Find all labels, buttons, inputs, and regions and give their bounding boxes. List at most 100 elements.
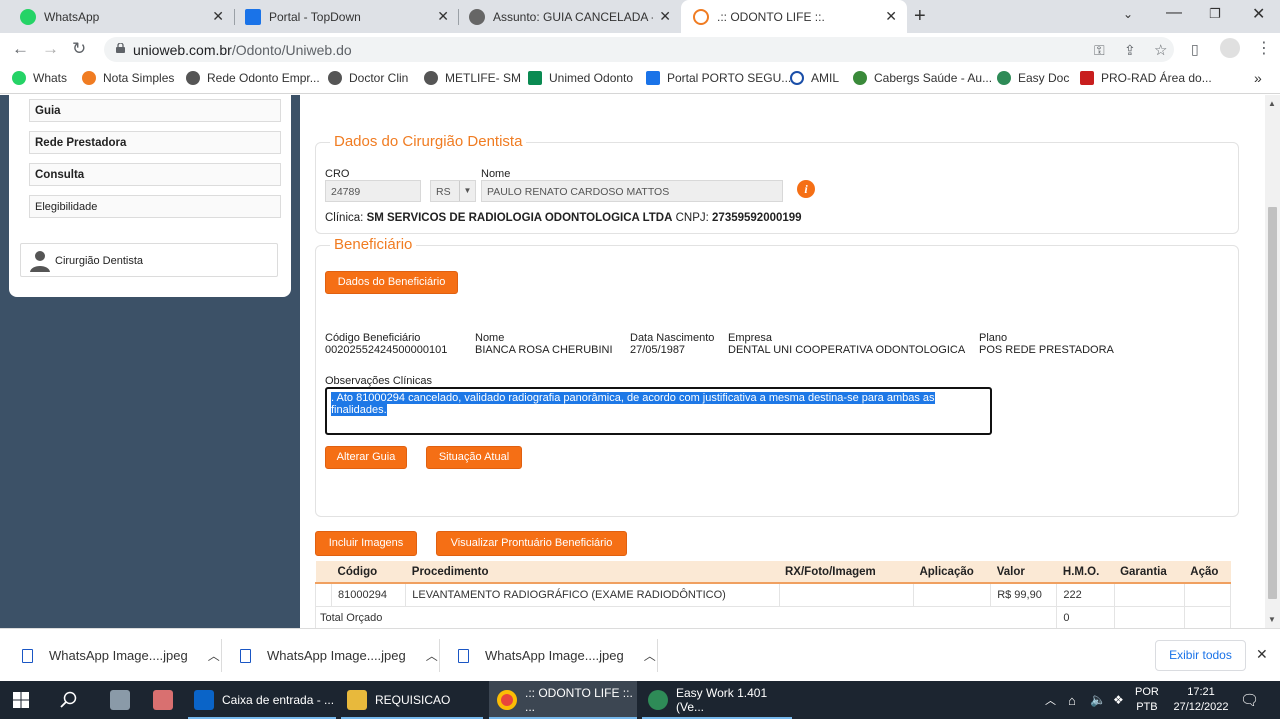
show-all-downloads-button[interactable]: Exibir todos	[1155, 640, 1246, 671]
cro-field[interactable]: 24789	[325, 180, 421, 202]
taskbar-app-printer[interactable]	[103, 681, 137, 719]
bookmark-pro-rad[interactable]: PRO-RAD Área do...	[1080, 71, 1212, 85]
beneficiary-data-button[interactable]: Dados do Beneficiário	[325, 271, 458, 294]
table-cell	[912, 582, 992, 607]
total-label: Total Orçado	[314, 605, 1058, 628]
sidebar-item-elegibilidade[interactable]: Elegibilidade	[29, 195, 281, 218]
notifications-icon[interactable]: 🗨	[1240, 681, 1259, 719]
current-status-button[interactable]: Situação Atual	[426, 446, 522, 469]
include-images-button[interactable]: Incluir Imagens	[315, 531, 417, 556]
bookmarks-overflow-icon[interactable]: »	[1254, 70, 1262, 86]
chevron-up-icon[interactable]: ︿	[208, 647, 220, 664]
tooth-app-icon	[153, 690, 173, 710]
page-scrollbar[interactable]: ▲ ▼	[1265, 95, 1280, 628]
bookmark-unimed[interactable]: Unimed Odonto	[528, 71, 633, 85]
close-icon[interactable]: ✕	[885, 8, 897, 25]
menu-dots-icon[interactable]: ⋮	[1256, 38, 1272, 58]
company-label: Empresa	[728, 332, 773, 344]
table-header-spacer	[315, 561, 332, 584]
tab-assunto[interactable]: Assunto: GUIA CANCELADA - GTO ✕	[457, 0, 681, 33]
view-record-button[interactable]: Visualizar Prontuário Beneficiário	[436, 531, 627, 556]
bookmark-label: Whats	[33, 71, 68, 85]
tab-whatsapp[interactable]: WhatsApp ✕	[8, 0, 234, 33]
dentist-name-field[interactable]: PAULO RENATO CARDOSO MATTOS	[481, 180, 783, 202]
bookmark-easy-doc[interactable]: Easy Doc	[997, 71, 1069, 85]
plan-label: Plano	[979, 332, 1008, 344]
table-row[interactable]: 81000294 LEVANTAMENTO RADIOGRÁFICO (EXAM…	[314, 582, 1232, 607]
bookmark-label: AMIL	[811, 71, 840, 85]
volume-icon[interactable]: 🔈	[1090, 681, 1106, 719]
search-icon[interactable]	[60, 691, 77, 708]
uf-select[interactable]: RS ▼	[430, 180, 476, 202]
forward-icon[interactable]: →	[42, 39, 59, 59]
clock[interactable]: 17:21 27/12/2022	[1170, 681, 1232, 719]
key-icon[interactable]: ⚿	[1094, 42, 1105, 59]
taskbar-app-tooth[interactable]	[146, 681, 180, 719]
tab-search-chevron-icon[interactable]: ⌄	[1123, 7, 1133, 21]
chevron-down-icon[interactable]: ▼	[459, 181, 475, 201]
tab-odonto-life[interactable]: .:: ODONTO LIFE ::. ✕	[681, 0, 907, 33]
close-icon[interactable]: ✕	[437, 8, 449, 25]
taskbar-app-easywork[interactable]: Easy Work 1.401 (Ve...	[642, 681, 792, 719]
topdown-icon	[245, 8, 261, 25]
tab-title: Assunto: GUIA CANCELADA - GTO	[493, 9, 653, 24]
language-indicator[interactable]: POR PTB	[1135, 681, 1159, 719]
close-icon[interactable]: ✕	[212, 8, 224, 25]
bookmark-cabergs[interactable]: Cabergs Saúde - Au...	[853, 71, 992, 85]
bookmark-whats[interactable]: Whats	[12, 71, 67, 85]
sidebar-item-guia[interactable]: Guia	[29, 99, 281, 122]
clinical-notes-textarea[interactable]: . Ato 81000294 cancelado, validado radio…	[325, 387, 992, 435]
download-item[interactable]: WhatsApp Image....jpeg ︿	[240, 629, 438, 682]
profile-avatar-icon[interactable]	[1220, 38, 1240, 58]
address-bar[interactable]: unioweb.com.br/Odonto/Uniweb.do ⚿ ⇪ ☆	[104, 37, 1174, 62]
info-icon[interactable]: i	[797, 180, 815, 198]
cro-label: CRO	[325, 168, 350, 180]
share-icon[interactable]: ⇪	[1124, 42, 1136, 59]
minimize-icon[interactable]: —	[1166, 4, 1182, 22]
download-item[interactable]: WhatsApp Image....jpeg ︿	[22, 629, 220, 682]
download-item[interactable]: WhatsApp Image....jpeg ︿	[458, 629, 656, 682]
chevron-up-icon[interactable]: ︿	[426, 647, 438, 664]
sidebar-item-rede-prestadora[interactable]: Rede Prestadora	[29, 131, 281, 154]
window-close-icon[interactable]: ✕	[1252, 4, 1265, 24]
dentist-name-label: Nome	[481, 168, 511, 180]
taskbar-app-outlook[interactable]: Caixa de entrada - ...	[188, 681, 336, 719]
tab-title: WhatsApp	[44, 9, 100, 24]
url-text: unioweb.com.br/Odonto/Uniweb.do	[133, 42, 352, 58]
bookmark-amil[interactable]: AMIL	[790, 71, 839, 85]
bookmark-metlife[interactable]: METLIFE- SM	[424, 71, 521, 85]
bookmark-porto[interactable]: Portal PORTO SEGU...	[646, 71, 791, 85]
col-header-hmo: H.M.O.	[1056, 561, 1115, 584]
bookmark-nota-simples[interactable]: Nota Simples	[82, 71, 174, 85]
network-icon[interactable]: ⌂	[1068, 681, 1076, 719]
scroll-down-icon[interactable]: ▼	[1268, 615, 1276, 624]
bookmark-doctor-clin[interactable]: Doctor Clin	[328, 71, 408, 85]
bookmark-rede-odonto[interactable]: Rede Odonto Empr...	[186, 71, 320, 85]
alter-guide-button[interactable]: Alterar Guia	[325, 446, 407, 469]
total-row: Total Orçado 0	[314, 605, 1232, 628]
close-icon[interactable]: ✕	[659, 8, 671, 25]
new-tab-icon[interactable]: +	[914, 5, 926, 28]
windows-start-icon[interactable]	[13, 692, 29, 708]
bookmark-label: PRO-RAD Área do...	[1101, 71, 1212, 85]
restore-icon[interactable]: ❐	[1209, 6, 1221, 22]
dropbox-icon[interactable]: ❖	[1113, 681, 1124, 719]
taskbar-app-chrome[interactable]: .:: ODONTO LIFE ::. ...	[489, 681, 637, 719]
chevron-up-icon[interactable]: ︿	[644, 647, 656, 664]
scroll-up-icon[interactable]: ▲	[1268, 99, 1276, 108]
sidebar-item-consulta[interactable]: Consulta	[29, 163, 281, 186]
back-icon[interactable]: ←	[12, 39, 29, 59]
user-icon	[30, 251, 50, 272]
tab-topdown[interactable]: Portal - TopDown ✕	[233, 0, 459, 33]
sidebar-item-cirurgiao-dentista[interactable]: Cirurgião Dentista	[20, 243, 278, 277]
scroll-thumb[interactable]	[1268, 207, 1277, 599]
star-icon[interactable]: ☆	[1154, 41, 1167, 59]
downloads-bar: WhatsApp Image....jpeg ︿ WhatsApp Image.…	[0, 628, 1280, 681]
side-panel-icon[interactable]: ▯	[1191, 41, 1199, 58]
tray-expand-icon[interactable]: ︿	[1045, 681, 1056, 719]
beneficiary-name-label: Nome	[475, 332, 505, 344]
reload-icon[interactable]: ↻	[72, 39, 86, 59]
taskbar-app-explorer[interactable]: REQUISICAO	[341, 681, 483, 719]
close-icon[interactable]: ✕	[1256, 646, 1268, 663]
taskbar-app-label: .:: ODONTO LIFE ::. ...	[525, 686, 633, 714]
